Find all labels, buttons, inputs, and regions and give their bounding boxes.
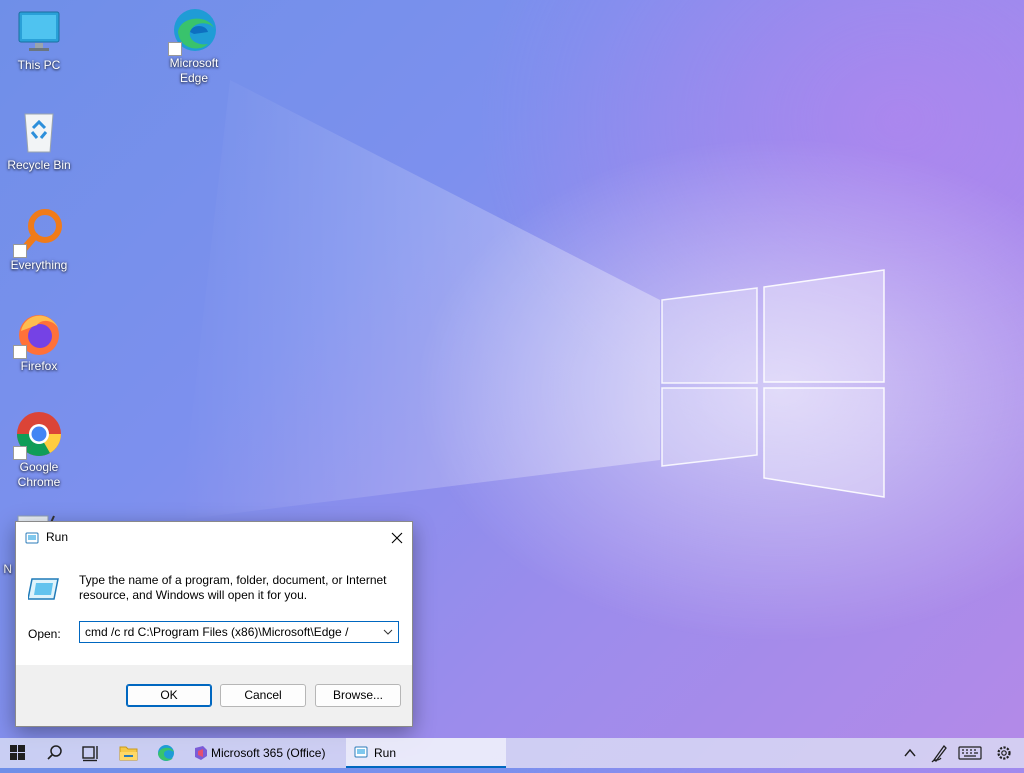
file-explorer-icon [119,746,138,761]
search-icon [47,745,62,760]
run-program-icon [27,577,60,606]
keyboard-icon [958,746,982,760]
taskbar: Microsoft 365 (Office) Run [0,738,1024,768]
close-button[interactable] [382,522,412,553]
desktop-icon-this-pc[interactable]: This PC [1,8,77,73]
run-dialog: Run Type the name of a program, folder, … [15,521,413,727]
office-icon [195,746,207,760]
desktop-icon-label: Google Chrome [17,460,61,489]
desktop-icon-label: This PC [17,58,61,72]
open-label-text: Open: [28,627,61,641]
cancel-button[interactable]: Cancel [220,684,306,707]
search-button[interactable] [38,738,72,768]
open-label: Open: [28,627,61,641]
settings-button[interactable] [990,738,1018,768]
run-icon [354,746,368,758]
run-dialog-titlebar[interactable]: Run [16,522,412,553]
edge-icon [158,745,174,761]
shortcut-arrow-icon [168,42,182,56]
run-dialog-title: Run [46,530,69,544]
task-view-button[interactable] [72,738,108,768]
chevron-up-icon [904,748,916,757]
chrome-icon [13,410,63,460]
start-button[interactable] [0,738,36,768]
shortcut-arrow-icon [13,244,27,258]
settings-gear-icon [997,746,1011,760]
desktop-icon-everything[interactable]: Everything [1,208,77,273]
recycle-bin-icon [15,108,63,156]
close-icon [391,532,403,544]
task-label: Run [374,746,397,760]
desktop-icon-edge[interactable]: Microsoft Edge [156,6,232,86]
task-view-icon [82,746,98,762]
shortcut-arrow-icon [13,345,27,359]
show-hidden-icons-button[interactable] [898,738,922,768]
desktop-icon-chrome[interactable]: Google Chrome [1,410,77,490]
browse-button[interactable]: Browse... [315,684,401,707]
start-icon [10,745,25,760]
open-combobox[interactable] [79,621,399,643]
desktop-icon-label: Firefox [20,359,58,373]
desktop-icon-recycle-bin[interactable]: Recycle Bin [1,108,77,173]
touch-keyboard-button[interactable] [955,738,985,768]
desktop-icon-firefox[interactable]: Firefox [1,309,77,374]
desktop-icon-label: Everything [10,258,68,272]
desktop-icon-label: Recycle Bin [7,158,71,172]
taskbar-task-run[interactable]: Run [346,738,506,768]
run-dialog-footer: OK Cancel Browse... [16,665,412,727]
run-icon [25,531,39,549]
firefox-icon [13,309,63,359]
file-explorer-button[interactable] [110,738,146,768]
shortcut-arrow-icon [13,446,27,460]
taskbar-task-office[interactable]: Microsoft 365 (Office) [187,738,342,768]
task-label: Microsoft 365 (Office) [211,746,326,760]
taskbar-edge-button[interactable] [148,738,184,768]
ok-button[interactable]: OK [126,684,212,707]
open-input[interactable] [80,622,386,642]
pen-menu-button[interactable] [926,738,952,768]
this-pc-icon [15,8,63,56]
pen-icon [931,744,947,763]
run-description: Type the name of a program, folder, docu… [79,573,387,602]
chevron-down-icon[interactable] [380,625,396,639]
everything-search-icon [13,208,63,258]
edge-icon [168,6,218,56]
run-dialog-body: Type the name of a program, folder, docu… [16,553,412,665]
desktop-icon-label: Microsoft Edge [169,56,219,85]
